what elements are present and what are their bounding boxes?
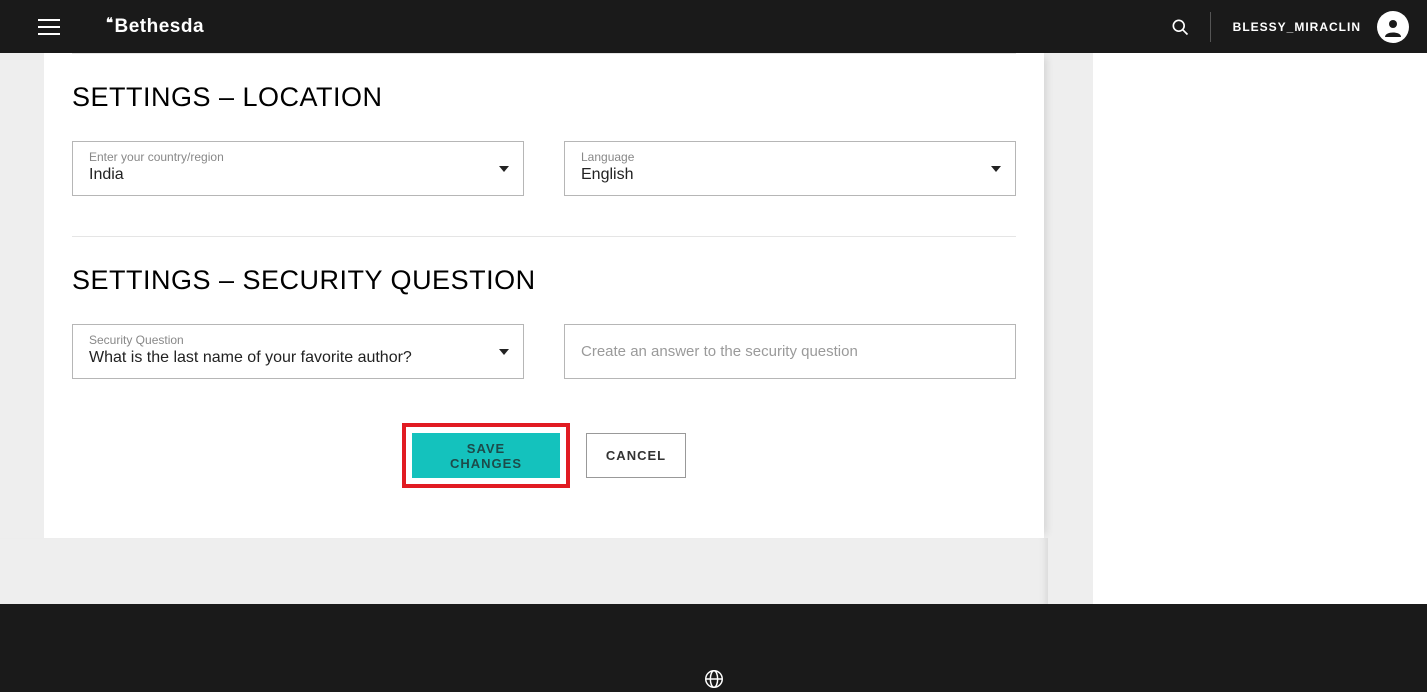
country-label: Enter your country/region [89, 150, 507, 164]
brand-quote-icon: ❝ [106, 15, 114, 31]
menu-icon[interactable] [38, 15, 62, 39]
avatar[interactable] [1377, 11, 1409, 43]
page-background [0, 538, 1048, 604]
language-select[interactable]: Language English [564, 141, 1016, 196]
username-label[interactable]: BLESSY_MIRACLIN [1233, 20, 1361, 34]
cancel-button[interactable]: CANCEL [586, 433, 686, 478]
header-bar: ❝ Bethesda BLESSY_MIRACLIN [0, 0, 1427, 53]
security-answer-input[interactable] [581, 343, 999, 360]
security-question-label: Security Question [89, 333, 507, 347]
language-value: English [581, 166, 999, 184]
security-row: Security Question What is the last name … [72, 324, 1016, 379]
right-column [1093, 53, 1427, 604]
language-label: Language [581, 150, 999, 164]
settings-card: SETTINGS – LOCATION Enter your country/r… [44, 53, 1044, 538]
globe-icon[interactable] [703, 668, 725, 690]
divider [72, 53, 1016, 54]
search-icon[interactable] [1170, 17, 1190, 37]
security-question-value: What is the last name of your favorite a… [89, 349, 507, 367]
security-question-select[interactable]: Security Question What is the last name … [72, 324, 524, 379]
chevron-down-icon [499, 349, 509, 355]
brand-text: Bethesda [115, 16, 205, 38]
location-row: Enter your country/region India Language… [72, 141, 1016, 196]
user-icon [1381, 15, 1405, 39]
country-select[interactable]: Enter your country/region India [72, 141, 524, 196]
action-buttons: SAVE CHANGES CANCEL [72, 423, 1016, 488]
chevron-down-icon [499, 166, 509, 172]
page-body: SETTINGS – LOCATION Enter your country/r… [0, 53, 1427, 604]
left-column: SETTINGS – LOCATION Enter your country/r… [0, 53, 1093, 604]
security-section-title: SETTINGS – SECURITY QUESTION [72, 265, 1016, 296]
footer [0, 604, 1427, 692]
save-button[interactable]: SAVE CHANGES [412, 433, 560, 478]
security-answer-field[interactable] [564, 324, 1016, 379]
location-section-title: SETTINGS – LOCATION [72, 82, 1016, 113]
divider [72, 236, 1016, 237]
header-divider [1210, 12, 1211, 42]
chevron-down-icon [991, 166, 1001, 172]
brand-logo[interactable]: ❝ Bethesda [106, 16, 204, 38]
save-highlight: SAVE CHANGES [402, 423, 570, 488]
country-value: India [89, 166, 507, 184]
